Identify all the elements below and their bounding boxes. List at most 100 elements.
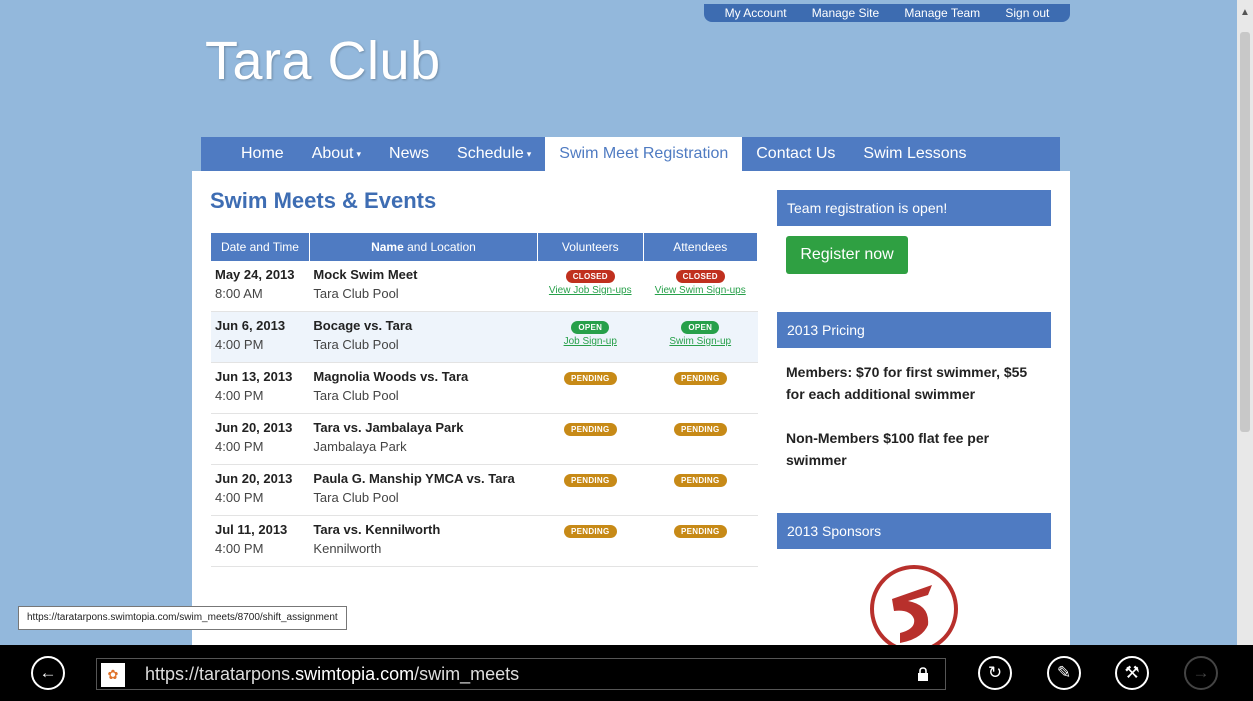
url-prefix: https://taratarpons.	[145, 664, 296, 684]
meet-time: 4:00 PM	[215, 337, 264, 352]
status-badge: CLOSED	[675, 270, 725, 283]
nav-swim-lessons-label: Swim Lessons	[863, 145, 967, 162]
meet-time: 4:00 PM	[215, 388, 264, 403]
nav-contact-us-label: Contact Us	[756, 145, 836, 162]
my-account-link[interactable]: My Account	[725, 6, 787, 20]
status-badge: PENDING	[563, 372, 617, 385]
col-attendees: Attendees	[643, 233, 758, 261]
sponsor-logo[interactable]	[870, 565, 958, 645]
page-title: Swim Meets & Events	[210, 188, 437, 213]
main-nav: Home About ▾ News Schedule ▾ Swim Meet Reg…	[201, 137, 1060, 171]
refresh-button[interactable]: ↻	[978, 656, 1012, 690]
manage-team-link[interactable]: Manage Team	[904, 6, 980, 20]
status-badge: PENDING	[673, 525, 727, 538]
page-tools-button[interactable]: ⚒	[1115, 656, 1149, 690]
table-row: Jun 13, 2013 4:00 PM Magnolia Woods vs. T…	[211, 362, 758, 414]
sign-out-link[interactable]: Sign out	[1005, 6, 1049, 20]
pin-icon: ✎	[1056, 663, 1072, 682]
browser-app-bar: ← ✿ https://taratarpons.swimtopia.com/sw…	[0, 645, 1253, 701]
meet-name: Tara vs. Jambalaya Park	[313, 420, 464, 435]
vertical-scrollbar[interactable]: ▲	[1237, 0, 1253, 645]
address-bar[interactable]: ✿ https://taratarpons.swimtopia.com/swim…	[96, 658, 946, 690]
scroll-up-icon[interactable]: ▲	[1240, 8, 1250, 18]
meet-time: 8:00 AM	[215, 286, 263, 301]
col-name-location[interactable]: Name and Location	[309, 233, 539, 261]
col-date-time[interactable]: Date and Time	[211, 233, 310, 261]
pricing-heading: 2013 Pricing	[777, 312, 1051, 348]
nav-contact-us[interactable]: Contact Us	[756, 137, 835, 171]
status-url-tooltip: https://taratarpons.swimtopia.com/swim_m…	[18, 606, 347, 630]
nav-swim-meet-registration-label: Swim Meet Registration	[559, 145, 729, 162]
pricing-members: Members: $70 for first swimmer, $55 for …	[786, 364, 1028, 402]
meet-time: 4:00 PM	[215, 439, 264, 454]
scroll-thumb[interactable]	[1240, 32, 1250, 432]
meet-location: Kennilworth	[313, 541, 382, 556]
back-arrow-icon: ←	[39, 663, 57, 682]
nav-news-label: News	[389, 145, 430, 162]
meet-time: 4:00 PM	[215, 541, 264, 556]
status-badge: CLOSED	[565, 270, 615, 283]
meet-location: Tara Club Pool	[313, 286, 399, 301]
nav-news[interactable]: News	[389, 137, 429, 171]
status-badge: PENDING	[673, 423, 727, 436]
col-volunteers: Volunteers	[537, 233, 644, 261]
table-row: Jun 6, 2013 4:00 PM Bocage vs. Tara Tara C…	[211, 311, 758, 363]
meet-date: Jun 20, 2013	[215, 420, 293, 435]
nav-schedule[interactable]: Schedule ▾	[457, 137, 531, 171]
meet-location: Jambalaya Park	[313, 439, 407, 454]
refresh-icon: ↻	[987, 663, 1003, 682]
account-toolbar: My Account Manage Site Manage Team Sign …	[704, 4, 1070, 22]
swim-signup-link[interactable]: Swim Sign-up	[647, 336, 754, 347]
meet-name: Tara vs. Kennilworth	[313, 522, 441, 537]
wrench-icon: ⚒	[1124, 663, 1140, 682]
back-button[interactable]: ←	[31, 656, 65, 690]
manage-site-link[interactable]: Manage Site	[812, 6, 879, 20]
nav-home[interactable]: Home	[241, 137, 284, 171]
status-badge: OPEN	[571, 321, 610, 334]
pin-button[interactable]: ✎	[1047, 656, 1081, 690]
forward-button[interactable]: →	[1184, 656, 1218, 690]
url-domain: swimtopia.com	[295, 664, 415, 684]
meet-location: Tara Club Pool	[313, 490, 399, 505]
address-url: https://taratarpons.swimtopia.com/swim_m…	[145, 664, 519, 685]
nav-home-label: Home	[241, 145, 284, 162]
sponsors-heading: 2013 Sponsors	[777, 513, 1051, 549]
status-badge: PENDING	[673, 474, 727, 487]
status-badge: OPEN	[681, 321, 720, 334]
nav-swim-lessons[interactable]: Swim Lessons	[863, 137, 966, 171]
meet-name: Mock Swim Meet	[313, 267, 418, 282]
meet-location: Tara Club Pool	[313, 337, 399, 352]
lock-icon	[918, 667, 928, 681]
status-badge: PENDING	[563, 423, 617, 436]
meet-name: Bocage vs. Tara	[313, 318, 413, 333]
meet-name: Paula G. Manship YMCA vs. Tara	[313, 471, 515, 486]
register-now-button[interactable]: Register now	[786, 236, 908, 274]
team-registration-banner: Team registration is open!	[777, 190, 1051, 226]
nav-about[interactable]: About ▾	[312, 137, 361, 171]
meets-table: Date and Time Name and Location Voluntee…	[211, 233, 758, 567]
nav-swim-meet-registration[interactable]: Swim Meet Registration	[545, 137, 743, 171]
url-path: /swim_meets	[414, 664, 520, 684]
caret-down-icon: ▾	[526, 149, 532, 159]
job-signup-link[interactable]: Job Sign-up	[542, 336, 639, 347]
nav-schedule-label: Schedule	[457, 145, 524, 163]
swim-signups-link[interactable]: View Swim Sign-ups	[647, 285, 754, 296]
meet-date: May 24, 2013	[215, 267, 295, 282]
nav-about-label: About	[311, 145, 354, 163]
table-row: Jun 20, 2013 4:00 PM Paula G. Manship YMC…	[211, 464, 758, 516]
job-signups-link[interactable]: View Job Sign-ups	[542, 285, 639, 296]
meet-location: Tara Club Pool	[313, 388, 399, 403]
status-badge: PENDING	[563, 525, 617, 538]
forward-arrow-icon: →	[1192, 663, 1210, 682]
caret-down-icon: ▾	[356, 149, 362, 159]
meet-date: Jun 13, 2013	[215, 369, 293, 384]
table-row: May 24, 2013 8:00 AM Mock Swim Meet Tara C…	[211, 261, 758, 312]
meet-date: Jul 11, 2013	[215, 522, 288, 537]
site-title[interactable]: Tara Club	[205, 30, 441, 92]
site-favicon-icon: ✿	[101, 663, 125, 687]
table-row: Jul 11, 2013 4:00 PM Tara vs. Kennilworth…	[211, 515, 758, 567]
col-name-rest: and Location	[403, 240, 476, 254]
meet-time: 4:00 PM	[215, 490, 264, 505]
pricing-nonmembers: Non-Members $100 flat fee per swimmer	[786, 430, 990, 468]
meet-date: Jun 6, 2013	[215, 318, 286, 333]
